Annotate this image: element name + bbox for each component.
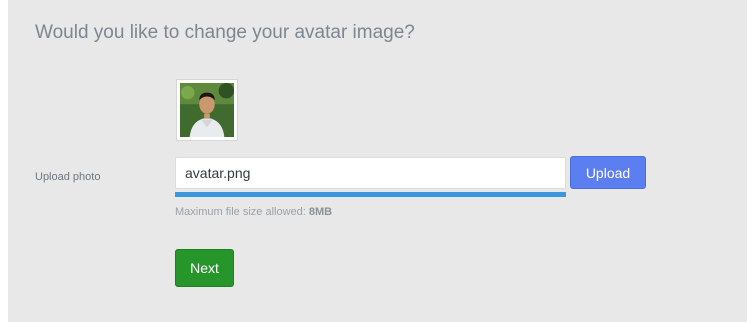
file-size-hint: Maximum file size allowed: 8MB — [175, 206, 332, 218]
upload-photo-label: Upload photo — [35, 171, 101, 183]
next-button[interactable]: Next — [175, 249, 234, 287]
avatar-change-panel: Would you like to change your avatar ima… — [8, 0, 747, 322]
file-size-hint-text: Maximum file size allowed: — [175, 206, 309, 218]
upload-progress-bar — [175, 192, 566, 197]
file-name-field[interactable] — [175, 157, 566, 189]
avatar-photo-icon — [180, 83, 234, 137]
upload-button[interactable]: Upload — [570, 156, 646, 189]
file-size-limit: 8MB — [308, 206, 333, 218]
upload-progress-fill — [175, 192, 566, 197]
avatar — [176, 79, 238, 141]
page-title: Would you like to change your avatar ima… — [35, 22, 415, 43]
